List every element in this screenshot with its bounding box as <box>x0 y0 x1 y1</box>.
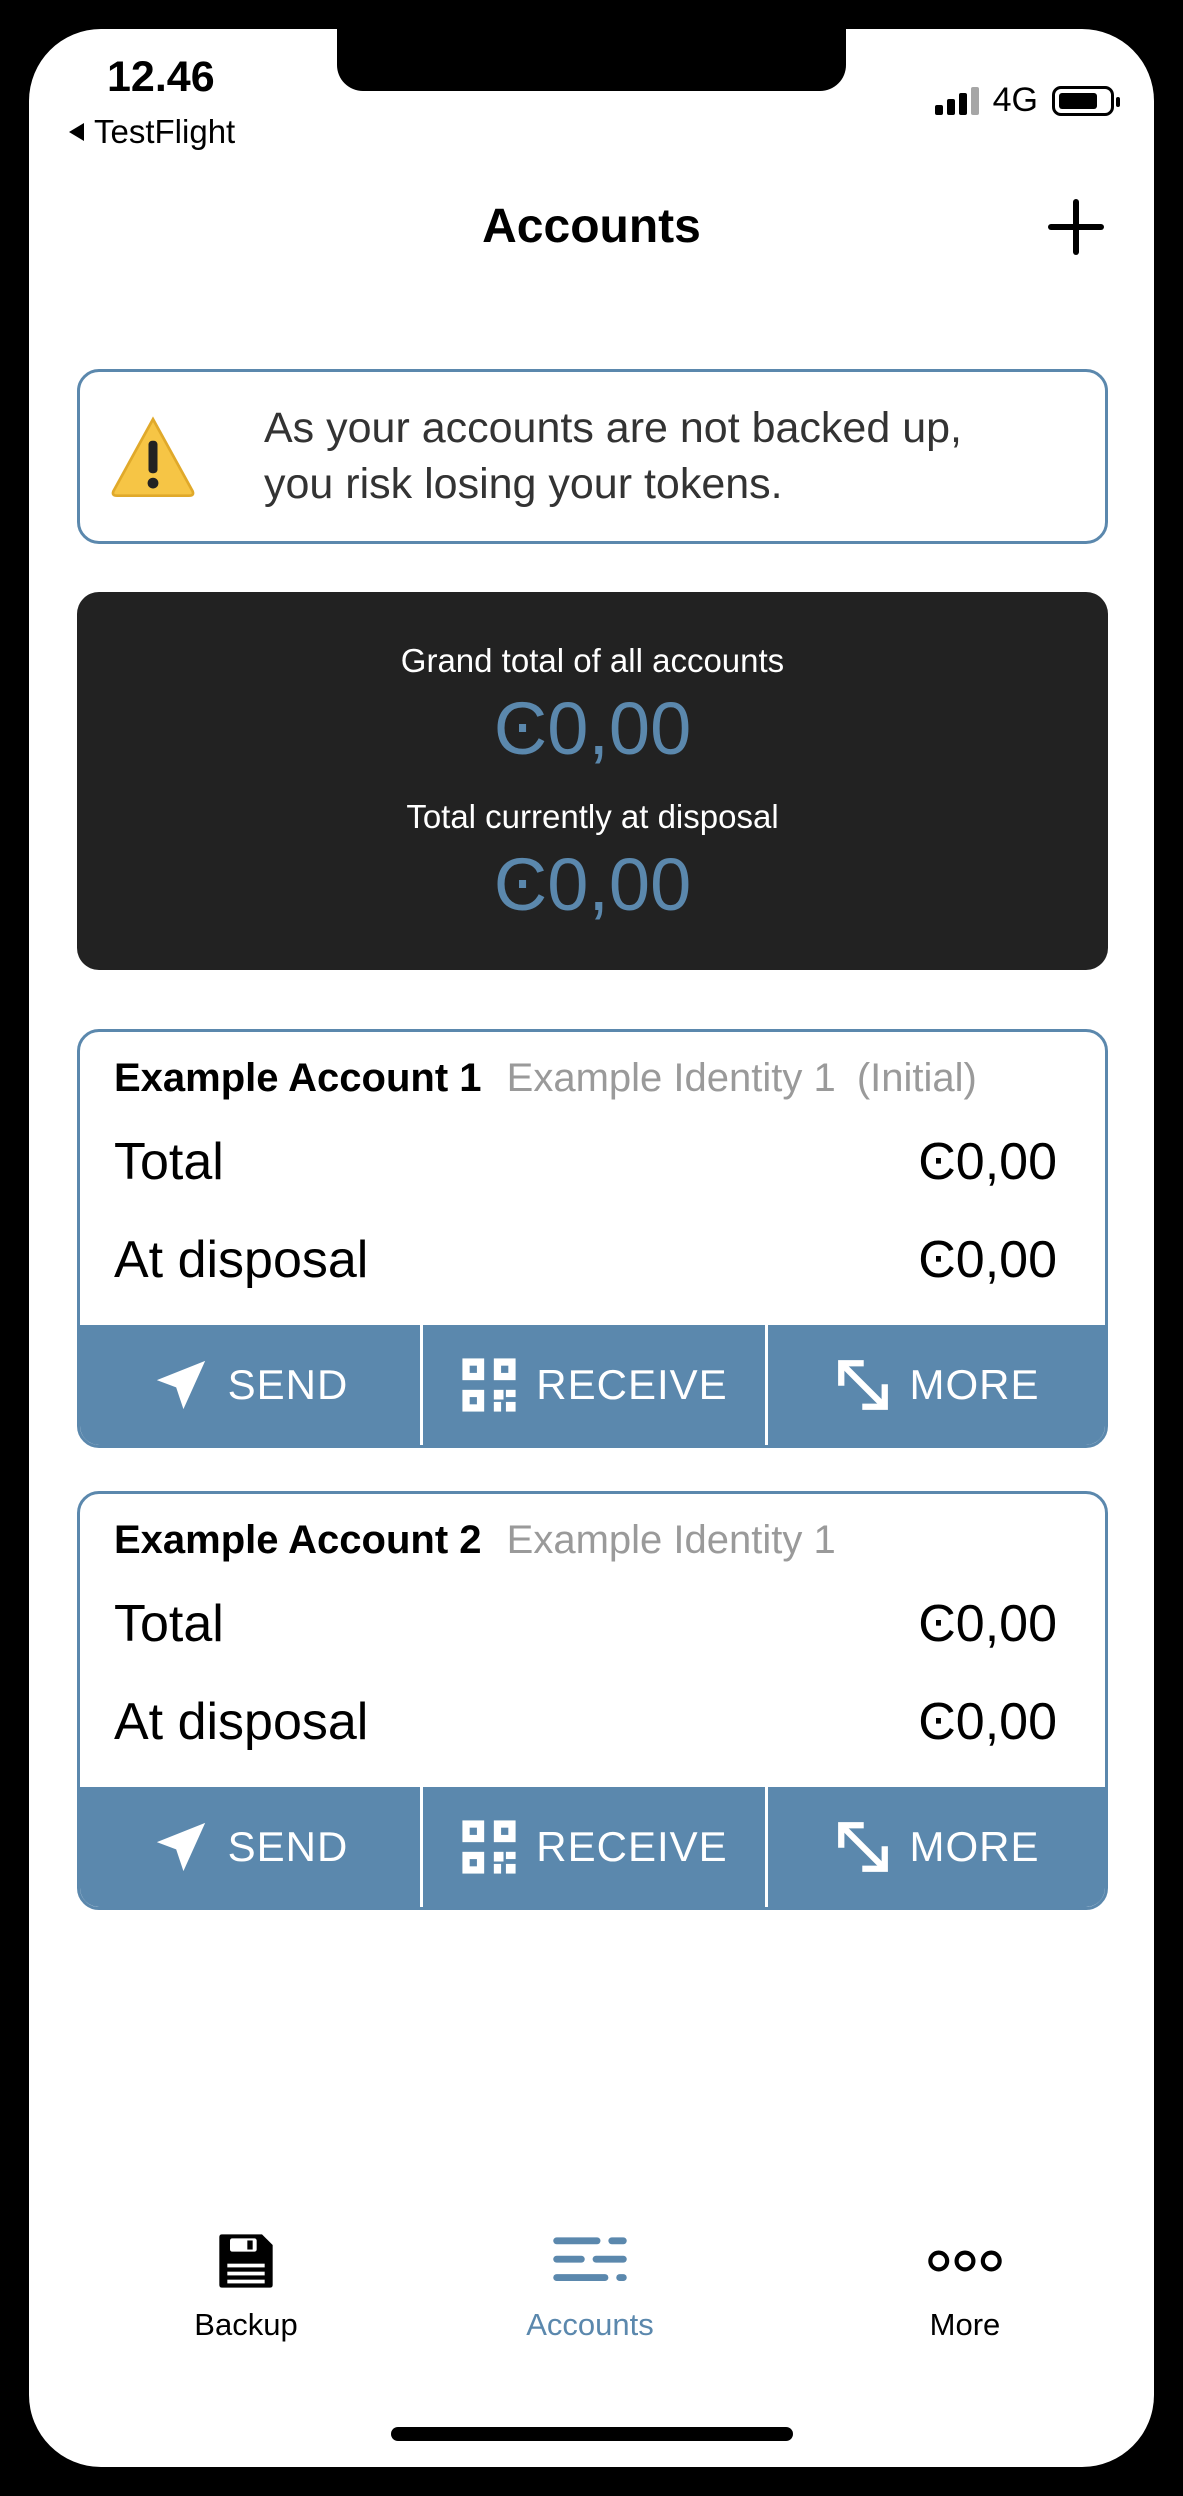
list-icon <box>553 2237 627 2281</box>
account-header: Example Account 1 Example Identity 1 (In… <box>114 1056 977 1101</box>
grand-total-label: Grand total of all accounts <box>400 642 785 679</box>
ellipsis-icon <box>928 2250 1002 2272</box>
disposal-total-value: Ͼ0,00 <box>493 843 692 926</box>
more-label: MORE <box>909 1823 1040 1870</box>
account-total-row: Total Ͼ0,00 <box>114 1132 1057 1192</box>
account-identity: Example Identity 1 <box>506 1056 836 1100</box>
status-time: 12.46 <box>107 53 215 101</box>
device-frame: 12.46 TestFlight 4G Accounts As your acc… <box>0 0 1183 2496</box>
warning-text: As your accounts are not backed up, you … <box>264 401 962 513</box>
disposal-value: Ͼ0,00 <box>918 1231 1057 1289</box>
send-label: SEND <box>227 1361 349 1408</box>
tab-backup[interactable]: Backup <box>126 2229 366 2343</box>
paper-plane-icon <box>156 1360 205 1410</box>
network-label: 4G <box>992 81 1038 119</box>
warning-icon <box>111 415 195 497</box>
disposal-total-label: Total currently at disposal <box>406 798 779 835</box>
disposal-label: At disposal <box>114 1231 369 1289</box>
receive-button[interactable]: RECEIVE <box>420 1325 765 1445</box>
account-disposal-row: At disposal Ͼ0,00 <box>114 1230 1057 1290</box>
total-value: Ͼ0,00 <box>918 1133 1057 1191</box>
send-button[interactable]: SEND <box>80 1325 420 1445</box>
account-actions: SEND RECEIVE MORE <box>80 1325 1105 1445</box>
account-disposal-row: At disposal Ͼ0,00 <box>114 1692 1057 1752</box>
account-name: Example Account 1 <box>114 1056 482 1100</box>
grand-total-value: Ͼ0,00 <box>493 687 692 770</box>
expand-icon <box>837 1360 888 1410</box>
warning-line-1: As your accounts are not backed up, <box>264 403 962 452</box>
page-title: Accounts <box>482 200 701 253</box>
tab-backup-label: Backup <box>194 2307 298 2342</box>
account-name: Example Account 2 <box>114 1518 482 1562</box>
more-button[interactable]: MORE <box>765 1787 1105 1907</box>
disposal-value: Ͼ0,00 <box>918 1693 1057 1751</box>
floppy-disk-icon <box>219 2234 273 2288</box>
signal-icon <box>934 86 979 115</box>
qr-code-icon <box>462 1358 516 1412</box>
tab-bar: Backup Accounts More <box>29 2229 1154 2369</box>
total-value: Ͼ0,00 <box>918 1595 1057 1653</box>
disposal-label: At disposal <box>114 1693 369 1751</box>
tab-accounts-label: Accounts <box>526 2307 654 2342</box>
account-card[interactable]: Example Account 1 Example Identity 1 (In… <box>77 1029 1108 1448</box>
receive-button[interactable]: RECEIVE <box>420 1787 765 1907</box>
total-label: Total <box>114 1595 224 1653</box>
home-indicator[interactable] <box>391 2427 793 2441</box>
send-label: SEND <box>227 1823 349 1870</box>
paper-plane-icon <box>156 1822 205 1872</box>
account-actions: SEND RECEIVE MORE <box>80 1787 1105 1907</box>
back-to-app-link[interactable]: TestFlight <box>69 113 235 151</box>
add-account-button[interactable] <box>1048 199 1104 255</box>
send-button[interactable]: SEND <box>80 1787 420 1907</box>
expand-icon <box>837 1822 888 1872</box>
account-tag: (Initial) <box>856 1056 977 1100</box>
tab-accounts[interactable]: Accounts <box>470 2229 710 2343</box>
tab-more-label: More <box>929 2307 1001 2342</box>
account-identity: Example Identity 1 <box>506 1518 836 1562</box>
receive-label: RECEIVE <box>536 1361 728 1408</box>
totals-panel: Grand total of all accounts Ͼ0,00 Total … <box>77 592 1108 970</box>
more-button[interactable]: MORE <box>765 1325 1105 1445</box>
backup-warning-banner[interactable]: As your accounts are not backed up, you … <box>77 369 1108 544</box>
receive-label: RECEIVE <box>536 1823 728 1870</box>
total-label: Total <box>114 1133 224 1191</box>
account-card[interactable]: Example Account 2 Example Identity 1 Tot… <box>77 1491 1108 1910</box>
notch <box>337 29 846 91</box>
back-arrow-icon <box>69 123 84 141</box>
battery-icon <box>1052 85 1120 116</box>
qr-code-icon <box>462 1820 516 1874</box>
more-label: MORE <box>909 1361 1040 1408</box>
account-total-row: Total Ͼ0,00 <box>114 1594 1057 1654</box>
back-app-label: TestFlight <box>94 113 236 150</box>
screen: 12.46 TestFlight 4G Accounts As your acc… <box>29 29 1154 2467</box>
account-header: Example Account 2 Example Identity 1 <box>114 1518 836 1563</box>
warning-line-2: you risk losing your tokens. <box>264 459 783 508</box>
status-indicators: 4G <box>934 81 1120 120</box>
tab-more[interactable]: More <box>845 2229 1085 2343</box>
